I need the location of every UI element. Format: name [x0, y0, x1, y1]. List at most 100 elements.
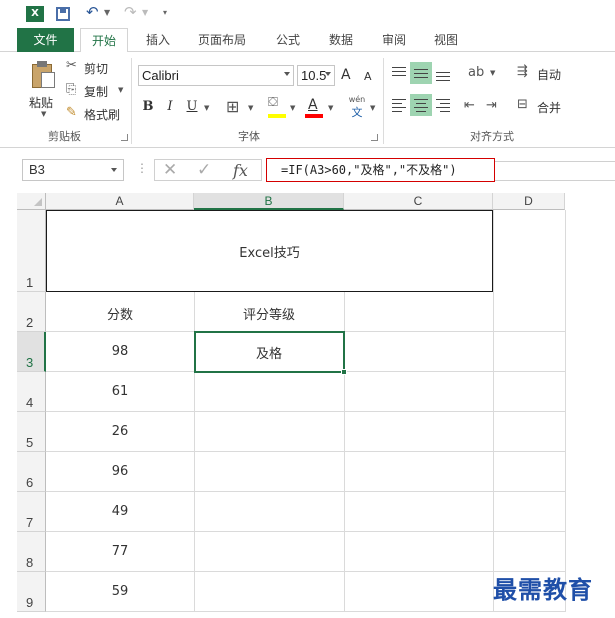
column-header-d[interactable]: D [493, 193, 565, 210]
tab-formulas[interactable]: 公式 [268, 28, 308, 52]
bold-button[interactable]: B [138, 97, 158, 117]
wrap-text-button[interactable]: 自动 [537, 66, 561, 83]
name-box[interactable]: B3 [22, 159, 124, 181]
fill-color-icon[interactable]: ⛋ [268, 95, 278, 110]
underline-dropdown-icon[interactable]: ▼ [204, 104, 209, 112]
tab-review[interactable]: 审阅 [374, 28, 414, 52]
orientation-icon[interactable]: ab [468, 65, 484, 80]
clipboard-launcher-icon[interactable] [121, 134, 128, 141]
copy-button[interactable]: 复制 [84, 83, 108, 100]
column-header-c[interactable]: C [344, 193, 493, 210]
select-all-button[interactable] [17, 193, 46, 210]
paste-icon[interactable] [30, 60, 58, 90]
phonetic-char: 文 [351, 106, 363, 119]
tab-home[interactable]: 开始 [80, 28, 128, 53]
cell-a7[interactable]: 49 [46, 504, 194, 519]
grow-font-button[interactable]: A [341, 67, 351, 83]
shrink-font-button[interactable]: A [364, 70, 372, 83]
formula-input[interactable]: =IF(A3>60,"及格","不及格") [266, 158, 495, 182]
cancel-icon[interactable]: ✕ [163, 160, 177, 180]
undo-icon[interactable]: ↶ [86, 3, 99, 21]
align-right-button[interactable] [432, 94, 454, 116]
wrap-text-icon[interactable]: ⇶ [517, 64, 528, 79]
cell-b2[interactable]: 评分等级 [194, 304, 344, 323]
orientation-dropdown-icon[interactable]: ▼ [490, 69, 495, 77]
cell-a6[interactable]: 96 [46, 464, 194, 479]
align-left-button[interactable] [388, 94, 410, 116]
chevron-down-icon [111, 168, 117, 172]
active-cell-border[interactable] [194, 331, 345, 373]
row-header-2[interactable]: 2 [17, 292, 46, 332]
tab-data[interactable]: 数据 [320, 28, 362, 52]
font-launcher-icon[interactable] [371, 134, 378, 141]
fill-handle[interactable] [341, 369, 347, 375]
gridline [46, 451, 565, 452]
row-header-9[interactable]: 9 [17, 572, 46, 612]
enter-icon[interactable]: ✓ [197, 160, 211, 180]
formula-input-extension[interactable] [495, 161, 615, 181]
title-cell[interactable]: Excel技巧 [46, 210, 493, 292]
cell-a2[interactable]: 分数 [46, 304, 194, 323]
tab-view[interactable]: 视图 [426, 28, 466, 52]
row-number: 6 [26, 475, 34, 490]
italic-button[interactable]: I [160, 97, 180, 117]
redo-dropdown-icon[interactable]: ▼ [142, 8, 148, 17]
format-painter-icon[interactable]: ✎ [66, 105, 77, 120]
border-dropdown-icon[interactable]: ▼ [248, 104, 253, 112]
increase-indent-icon[interactable]: ⇥ [486, 98, 497, 113]
tab-insert[interactable]: 插入 [140, 28, 176, 52]
font-size-select[interactable]: 10.5 [297, 65, 335, 86]
row-header-8[interactable]: 8 [17, 532, 46, 572]
merge-center-button[interactable]: 合并 [537, 99, 561, 116]
align-center-button[interactable] [410, 94, 432, 116]
cell-a4[interactable]: 61 [46, 384, 194, 399]
insert-function-button[interactable]: fx [233, 161, 248, 180]
paste-dropdown-icon[interactable]: ▼ [41, 110, 46, 118]
format-painter-button[interactable]: 格式刷 [84, 106, 120, 123]
row-header-5[interactable]: 5 [17, 412, 46, 452]
gridline [46, 411, 565, 412]
cell-a8[interactable]: 77 [46, 544, 194, 559]
underline-button[interactable]: U [182, 97, 202, 117]
paste-button[interactable]: 粘贴 [29, 94, 53, 111]
cell-a5[interactable]: 26 [46, 424, 194, 439]
align-bottom-button[interactable] [432, 62, 454, 84]
phonetic-guide-button[interactable]: wén 文 [346, 95, 368, 121]
tab-page-layout[interactable]: 页面布局 [192, 28, 252, 52]
ribbon: 粘贴 ▼ ✂ 剪切 ⎘ 复制 ▼ ✎ 格式刷 剪贴板 Calibri 10.5 … [0, 52, 615, 148]
row-header-1[interactable]: 1 [17, 210, 46, 292]
merge-center-icon[interactable]: ⊟ [517, 97, 528, 112]
row-number: 4 [26, 395, 34, 410]
column-header-a[interactable]: A [46, 193, 194, 210]
font-name-select[interactable]: Calibri [138, 65, 294, 86]
cell-a9[interactable]: 59 [46, 584, 194, 599]
font-color-dropdown-icon[interactable]: ▼ [328, 104, 333, 112]
decrease-indent-icon[interactable]: ⇤ [464, 98, 475, 113]
fill-dropdown-icon[interactable]: ▼ [290, 104, 295, 112]
copy-dropdown-icon[interactable]: ▼ [118, 86, 123, 94]
phonetic-dropdown-icon[interactable]: ▼ [370, 104, 375, 112]
save-icon[interactable] [56, 7, 70, 21]
font-color-icon[interactable]: A [308, 97, 318, 113]
fill-color-swatch [268, 114, 286, 118]
row-header-7[interactable]: 7 [17, 492, 46, 532]
chevron-down-icon [325, 72, 331, 76]
group-divider [383, 58, 384, 144]
cut-icon[interactable]: ✂ [66, 58, 77, 73]
customize-toolbar-icon[interactable]: ▾ [163, 8, 167, 17]
formula-bar-resize-handle[interactable]: ⋮ [136, 161, 148, 175]
undo-dropdown-icon[interactable]: ▼ [104, 8, 110, 17]
font-name-value: Calibri [142, 68, 179, 83]
align-middle-button[interactable] [410, 62, 432, 84]
border-icon[interactable]: ⊞ [226, 97, 239, 116]
cut-button[interactable]: 剪切 [84, 60, 108, 77]
redo-icon[interactable]: ↷ [124, 3, 137, 21]
tab-file[interactable]: 文件 [17, 28, 74, 52]
align-top-button[interactable] [388, 62, 410, 84]
column-header-b[interactable]: B [194, 193, 344, 210]
copy-icon[interactable]: ⎘ [66, 82, 76, 97]
row-header-6[interactable]: 6 [17, 452, 46, 492]
row-header-3[interactable]: 3 [17, 332, 46, 372]
row-header-4[interactable]: 4 [17, 372, 46, 412]
cell-a3[interactable]: 98 [46, 344, 194, 359]
